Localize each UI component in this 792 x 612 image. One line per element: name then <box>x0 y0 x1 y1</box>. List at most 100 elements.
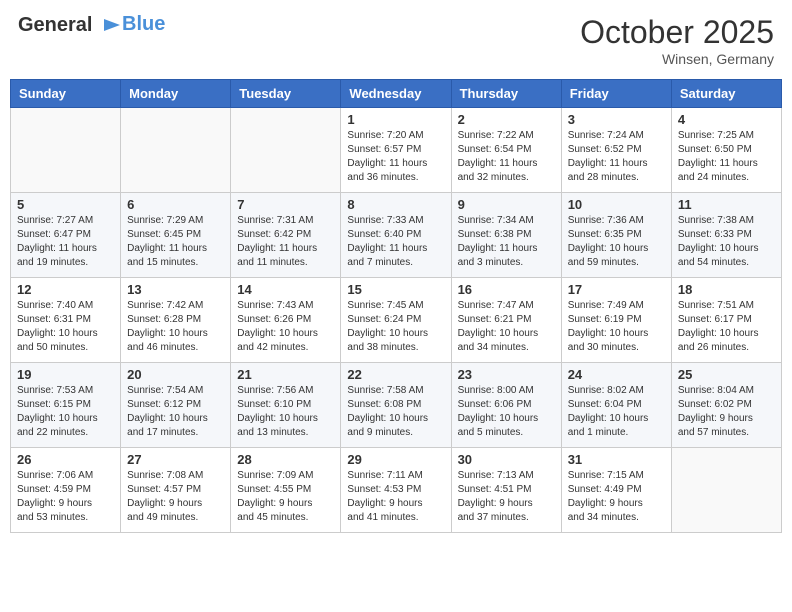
weekday-header-sunday: Sunday <box>11 80 121 108</box>
month-title: October 2025 <box>580 14 774 51</box>
day-number: 1 <box>347 112 444 127</box>
day-number: 5 <box>17 197 114 212</box>
day-number: 11 <box>678 197 775 212</box>
logo-text-general: General <box>18 14 92 36</box>
day-number: 22 <box>347 367 444 382</box>
calendar-cell <box>671 448 781 533</box>
day-info: Sunrise: 7:34 AM Sunset: 6:38 PM Dayligh… <box>458 214 555 270</box>
day-info: Sunrise: 8:02 AM Sunset: 6:04 PM Dayligh… <box>568 384 665 440</box>
calendar-cell: 13Sunrise: 7:42 AM Sunset: 6:28 PM Dayli… <box>121 278 231 363</box>
day-info: Sunrise: 7:27 AM Sunset: 6:47 PM Dayligh… <box>17 214 114 270</box>
calendar-cell: 16 Sunrise: 7:47 AM Sunset: 6:21 PM Dayli… <box>451 278 561 363</box>
calendar-week-4: 19 Sunrise: 7:53 AM Sunset: 6:15 PM Dayli… <box>11 363 782 448</box>
day-number: 6 <box>127 197 224 212</box>
weekday-header-wednesday: Wednesday <box>341 80 451 108</box>
calendar-cell: 6Sunrise: 7:29 AM Sunset: 6:45 PM Daylig… <box>121 193 231 278</box>
day-info: Sunrise: 7:33 AM Sunset: 6:40 PM Dayligh… <box>347 214 444 270</box>
day-info: Sunrise: 7:15 AM Sunset: 4:49 PM Dayligh… <box>568 469 665 525</box>
calendar-cell: 20 Sunrise: 7:54 AM Sunset: 6:12 PM Dayli… <box>121 363 231 448</box>
calendar-cell <box>121 108 231 193</box>
calendar-cell: 3 Sunrise: 7:24 AM Sunset: 6:52 PM Daylig… <box>561 108 671 193</box>
calendar-cell: 31 Sunrise: 7:15 AM Sunset: 4:49 PM Dayli… <box>561 448 671 533</box>
day-info: Sunrise: 7:43 AM Sunset: 6:26 PM Dayligh… <box>237 299 334 355</box>
day-info: Sunrise: 7:40 AM Sunset: 6:31 PM Dayligh… <box>17 299 114 355</box>
page-header: General Blue October 2025 Winsen, German… <box>10 10 782 71</box>
day-info: Sunrise: 7:53 AM Sunset: 6:15 PM Dayligh… <box>17 384 114 440</box>
day-info: Sunrise: 7:51 AM Sunset: 6:17 PM Dayligh… <box>678 299 775 355</box>
day-number: 25 <box>678 367 775 382</box>
calendar-cell: 24Sunrise: 8:02 AM Sunset: 6:04 PM Dayli… <box>561 363 671 448</box>
day-info: Sunrise: 7:22 AM Sunset: 6:54 PM Dayligh… <box>458 129 555 185</box>
day-info: Sunrise: 7:25 AM Sunset: 6:50 PM Dayligh… <box>678 129 775 185</box>
day-info: Sunrise: 7:58 AM Sunset: 6:08 PM Dayligh… <box>347 384 444 440</box>
day-number: 31 <box>568 452 665 467</box>
day-info: Sunrise: 7:13 AM Sunset: 4:51 PM Dayligh… <box>458 469 555 525</box>
calendar-cell: 10Sunrise: 7:36 AM Sunset: 6:35 PM Dayli… <box>561 193 671 278</box>
logo-flag-icon <box>100 17 122 35</box>
calendar-week-3: 12 Sunrise: 7:40 AM Sunset: 6:31 PM Dayli… <box>11 278 782 363</box>
day-info: Sunrise: 7:56 AM Sunset: 6:10 PM Dayligh… <box>237 384 334 440</box>
day-number: 8 <box>347 197 444 212</box>
calendar-cell: 17Sunrise: 7:49 AM Sunset: 6:19 PM Dayli… <box>561 278 671 363</box>
weekday-header-tuesday: Tuesday <box>231 80 341 108</box>
weekday-header-saturday: Saturday <box>671 80 781 108</box>
day-number: 7 <box>237 197 334 212</box>
calendar-cell: 25 Sunrise: 8:04 AM Sunset: 6:02 PM Dayli… <box>671 363 781 448</box>
weekday-header-monday: Monday <box>121 80 231 108</box>
day-info: Sunrise: 7:45 AM Sunset: 6:24 PM Dayligh… <box>347 299 444 355</box>
day-info: Sunrise: 7:08 AM Sunset: 4:57 PM Dayligh… <box>127 469 224 525</box>
calendar-cell: 23Sunrise: 8:00 AM Sunset: 6:06 PM Dayli… <box>451 363 561 448</box>
calendar-cell: 21 Sunrise: 7:56 AM Sunset: 6:10 PM Dayli… <box>231 363 341 448</box>
calendar-cell <box>11 108 121 193</box>
day-number: 16 <box>458 282 555 297</box>
calendar-cell: 2 Sunrise: 7:22 AM Sunset: 6:54 PM Daylig… <box>451 108 561 193</box>
day-info: Sunrise: 7:38 AM Sunset: 6:33 PM Dayligh… <box>678 214 775 270</box>
day-number: 2 <box>458 112 555 127</box>
day-info: Sunrise: 7:49 AM Sunset: 6:19 PM Dayligh… <box>568 299 665 355</box>
day-info: Sunrise: 7:47 AM Sunset: 6:21 PM Dayligh… <box>458 299 555 355</box>
day-number: 14 <box>237 282 334 297</box>
day-number: 21 <box>237 367 334 382</box>
calendar-cell: 15Sunrise: 7:45 AM Sunset: 6:24 PM Dayli… <box>341 278 451 363</box>
location: Winsen, Germany <box>580 51 774 67</box>
day-number: 29 <box>347 452 444 467</box>
calendar-cell: 26 Sunrise: 7:06 AM Sunset: 4:59 PM Dayli… <box>11 448 121 533</box>
day-number: 30 <box>458 452 555 467</box>
day-info: Sunrise: 7:54 AM Sunset: 6:12 PM Dayligh… <box>127 384 224 440</box>
calendar-cell: 29 Sunrise: 7:11 AM Sunset: 4:53 PM Dayli… <box>341 448 451 533</box>
calendar-week-1: 1Sunrise: 7:20 AM Sunset: 6:57 PM Daylig… <box>11 108 782 193</box>
title-block: October 2025 Winsen, Germany <box>580 14 774 67</box>
day-info: Sunrise: 7:24 AM Sunset: 6:52 PM Dayligh… <box>568 129 665 185</box>
calendar-cell: 30 Sunrise: 7:13 AM Sunset: 4:51 PM Dayli… <box>451 448 561 533</box>
day-info: Sunrise: 7:36 AM Sunset: 6:35 PM Dayligh… <box>568 214 665 270</box>
day-info: Sunrise: 7:06 AM Sunset: 4:59 PM Dayligh… <box>17 469 114 525</box>
day-info: Sunrise: 7:11 AM Sunset: 4:53 PM Dayligh… <box>347 469 444 525</box>
day-number: 3 <box>568 112 665 127</box>
calendar-cell: 19 Sunrise: 7:53 AM Sunset: 6:15 PM Dayli… <box>11 363 121 448</box>
day-number: 12 <box>17 282 114 297</box>
day-number: 20 <box>127 367 224 382</box>
calendar-cell: 9 Sunrise: 7:34 AM Sunset: 6:38 PM Daylig… <box>451 193 561 278</box>
day-number: 23 <box>458 367 555 382</box>
calendar-cell: 5 Sunrise: 7:27 AM Sunset: 6:47 PM Daylig… <box>11 193 121 278</box>
day-info: Sunrise: 7:31 AM Sunset: 6:42 PM Dayligh… <box>237 214 334 270</box>
day-number: 28 <box>237 452 334 467</box>
calendar-cell: 12 Sunrise: 7:40 AM Sunset: 6:31 PM Dayli… <box>11 278 121 363</box>
day-number: 9 <box>458 197 555 212</box>
calendar-cell <box>231 108 341 193</box>
day-number: 18 <box>678 282 775 297</box>
day-info: Sunrise: 8:04 AM Sunset: 6:02 PM Dayligh… <box>678 384 775 440</box>
calendar-cell: 14 Sunrise: 7:43 AM Sunset: 6:26 PM Dayli… <box>231 278 341 363</box>
calendar-cell: 7 Sunrise: 7:31 AM Sunset: 6:42 PM Daylig… <box>231 193 341 278</box>
calendar-cell: 27 Sunrise: 7:08 AM Sunset: 4:57 PM Dayli… <box>121 448 231 533</box>
calendar-cell: 1Sunrise: 7:20 AM Sunset: 6:57 PM Daylig… <box>341 108 451 193</box>
day-number: 19 <box>17 367 114 382</box>
day-number: 26 <box>17 452 114 467</box>
day-number: 4 <box>678 112 775 127</box>
weekday-header-row: SundayMondayTuesdayWednesdayThursdayFrid… <box>11 80 782 108</box>
weekday-header-thursday: Thursday <box>451 80 561 108</box>
calendar-cell: 18 Sunrise: 7:51 AM Sunset: 6:17 PM Dayli… <box>671 278 781 363</box>
calendar-cell: 22 Sunrise: 7:58 AM Sunset: 6:08 PM Dayli… <box>341 363 451 448</box>
day-number: 27 <box>127 452 224 467</box>
weekday-header-friday: Friday <box>561 80 671 108</box>
